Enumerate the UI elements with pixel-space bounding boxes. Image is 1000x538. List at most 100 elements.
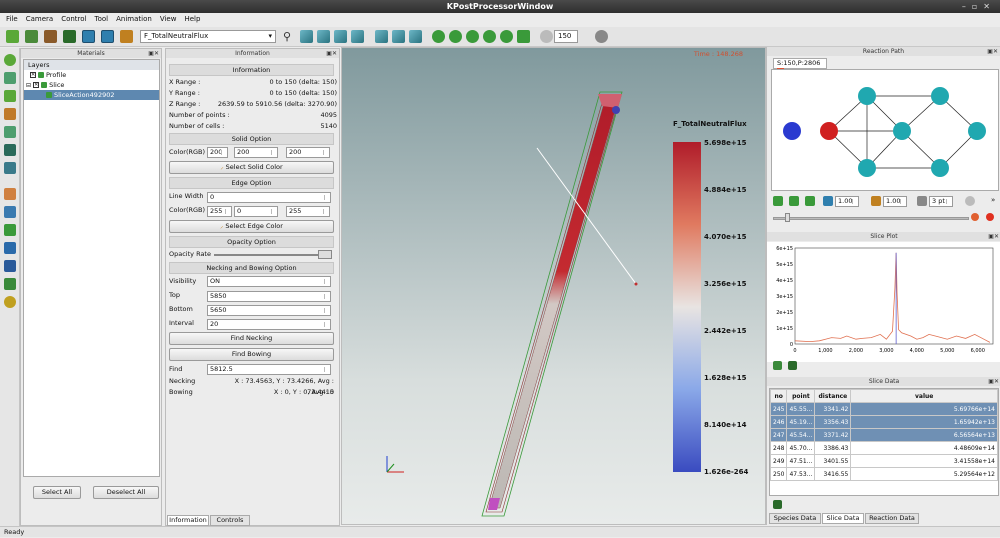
edge-r-input[interactable]: 255 — [207, 206, 232, 217]
col-value[interactable]: value — [850, 389, 998, 403]
tree-item-profile[interactable]: ✕ Profile — [24, 70, 159, 80]
graph-node[interactable] — [893, 122, 911, 140]
view-cube-4-icon[interactable] — [351, 30, 364, 43]
slice-endpoint[interactable] — [634, 282, 638, 286]
panel-close-icon[interactable]: ▣✕ — [326, 49, 337, 58]
first-frame-icon[interactable] — [432, 30, 445, 43]
plot-export-icon[interactable] — [773, 361, 782, 370]
slice-data-table-wrap[interactable]: no point distance value 245 45.55... 3341.… — [769, 388, 999, 496]
select-edge-color-button[interactable]: ⸝ Select Edge Color — [169, 220, 334, 233]
graph-edge-size-icon[interactable] — [871, 196, 881, 206]
graph-back-icon[interactable] — [805, 196, 815, 206]
graph-node[interactable] — [931, 87, 949, 105]
table-row[interactable]: 248 45.70... 3386.43 4.48609e+14 — [770, 441, 998, 455]
view-cube-7-icon[interactable] — [409, 30, 422, 43]
reaction-graph[interactable] — [771, 69, 999, 191]
graph-node-current[interactable] — [820, 122, 838, 140]
panel-icon[interactable] — [4, 260, 16, 272]
plot-save-icon[interactable] — [788, 361, 797, 370]
tab-species-data[interactable]: Species Data — [769, 513, 821, 524]
panel-close-icon[interactable]: ▣✕ — [988, 377, 999, 386]
window-controls[interactable]: –▫✕ — [962, 0, 996, 13]
render-viewport[interactable]: Time : 148.268 F_TotalNeutralFlux 5.698e… — [341, 47, 766, 525]
frame-input[interactable]: 150 — [554, 30, 578, 43]
graph-forward-icon[interactable] — [789, 196, 799, 206]
graph-node[interactable] — [931, 159, 949, 177]
col-no[interactable]: no — [770, 389, 788, 403]
tab-reaction-data[interactable]: Reaction Data — [865, 513, 919, 524]
menu-view[interactable]: View — [160, 13, 177, 26]
table-row[interactable]: 245 45.55... 3341.42 5.69766e+14 — [770, 402, 998, 416]
table-save-icon[interactable] — [773, 500, 782, 509]
last-frame-icon[interactable] — [517, 30, 530, 43]
graph-node[interactable] — [858, 159, 876, 177]
slice-plot[interactable]: 6e+15 5e+15 4e+15 3e+15 2e+15 1e+15 0 0 1,000 2,0… — [767, 242, 1000, 362]
graph-node[interactable] — [858, 87, 876, 105]
collapse-icon[interactable]: ⊟ — [26, 82, 31, 89]
panel-close-icon[interactable]: ▣✕ — [987, 47, 998, 56]
select-all-button[interactable]: Select All — [33, 486, 81, 499]
stop-icon[interactable] — [986, 213, 994, 221]
col-distance[interactable]: distance — [814, 389, 852, 403]
tab-slice-data[interactable]: Slice Data — [822, 513, 864, 524]
ruler-icon[interactable] — [4, 188, 16, 200]
select-solid-color-button[interactable]: ⸝ Select Solid Color — [169, 161, 334, 174]
tab-reaction-state[interactable]: S:150,P:2806 ✕ — [773, 58, 827, 76]
panel-close-icon[interactable]: ▣✕ — [148, 49, 159, 58]
time-slider[interactable] — [773, 217, 969, 220]
table-row[interactable]: 250 47.53... 3416.55 5.29564e+12 — [770, 467, 998, 481]
solid-g-input[interactable]: 200 — [234, 147, 278, 158]
node-size-input[interactable]: 1.00 — [835, 196, 859, 207]
cube-light-icon[interactable] — [4, 90, 16, 102]
font-size-input[interactable]: 3 pt — [929, 196, 953, 207]
open-file-icon[interactable] — [25, 30, 38, 43]
menu-animation[interactable]: Animation — [116, 13, 152, 26]
cube-green-icon[interactable] — [4, 72, 16, 84]
graph-add-icon[interactable] — [773, 196, 783, 206]
cube-teal-icon[interactable] — [4, 126, 16, 138]
view-cube-2-icon[interactable] — [317, 30, 330, 43]
search-icon[interactable]: ⚲ — [283, 30, 296, 43]
checkbox-icon[interactable]: ✕ — [30, 72, 36, 78]
radiation-icon[interactable] — [4, 296, 16, 308]
menu-file[interactable]: File — [6, 13, 18, 26]
graph-node[interactable] — [783, 122, 801, 140]
view-cube-6-icon[interactable] — [392, 30, 405, 43]
top-input[interactable]: 5850 — [207, 291, 331, 302]
slice-icon[interactable] — [4, 242, 16, 254]
table-row[interactable]: 249 47.51... 3401.55 3.41558e+14 — [770, 454, 998, 468]
brush-icon[interactable] — [44, 30, 57, 43]
view-cube-5-icon[interactable] — [375, 30, 388, 43]
tab-controls[interactable]: Controls — [210, 515, 250, 526]
play-back-icon[interactable] — [466, 30, 479, 43]
tab-information[interactable]: Information — [167, 515, 209, 526]
info-icon[interactable] — [595, 30, 608, 43]
table-row[interactable]: 246 45.19... 3356.43 1.65942e+13 — [770, 415, 998, 429]
graph-settings-icon[interactable] — [965, 196, 975, 206]
menu-control[interactable]: Control — [61, 13, 86, 26]
screen-icon[interactable] — [82, 30, 95, 43]
find-necking-button[interactable]: Find Necking — [169, 332, 334, 345]
view-cube-3-icon[interactable] — [334, 30, 347, 43]
deselect-all-button[interactable]: Deselect All — [93, 486, 159, 499]
cube-blue-icon[interactable] — [4, 162, 16, 174]
save-icon[interactable] — [63, 30, 76, 43]
mesh-icon[interactable] — [4, 278, 16, 290]
play-icon[interactable] — [483, 30, 496, 43]
interval-input[interactable]: 20 — [207, 319, 331, 330]
film-icon[interactable] — [120, 30, 133, 43]
bottom-input[interactable]: 5650 — [207, 305, 331, 316]
checkbox-icon[interactable]: ✕ — [33, 82, 40, 88]
font-size-icon[interactable] — [917, 196, 927, 206]
axis-icon[interactable] — [4, 224, 16, 236]
add-icon[interactable] — [4, 54, 16, 66]
time-slider-handle[interactable] — [785, 213, 790, 222]
menu-camera[interactable]: Camera — [26, 13, 53, 26]
edge-size-input[interactable]: 1.00 — [883, 196, 907, 207]
record-icon[interactable] — [971, 213, 979, 221]
edge-g-input[interactable]: 0 — [234, 206, 278, 217]
graph-node[interactable] — [968, 122, 986, 140]
line-width-input[interactable]: 0 — [207, 192, 331, 203]
box-orange-icon[interactable] — [4, 108, 16, 120]
graph-node-size-icon[interactable] — [823, 196, 833, 206]
